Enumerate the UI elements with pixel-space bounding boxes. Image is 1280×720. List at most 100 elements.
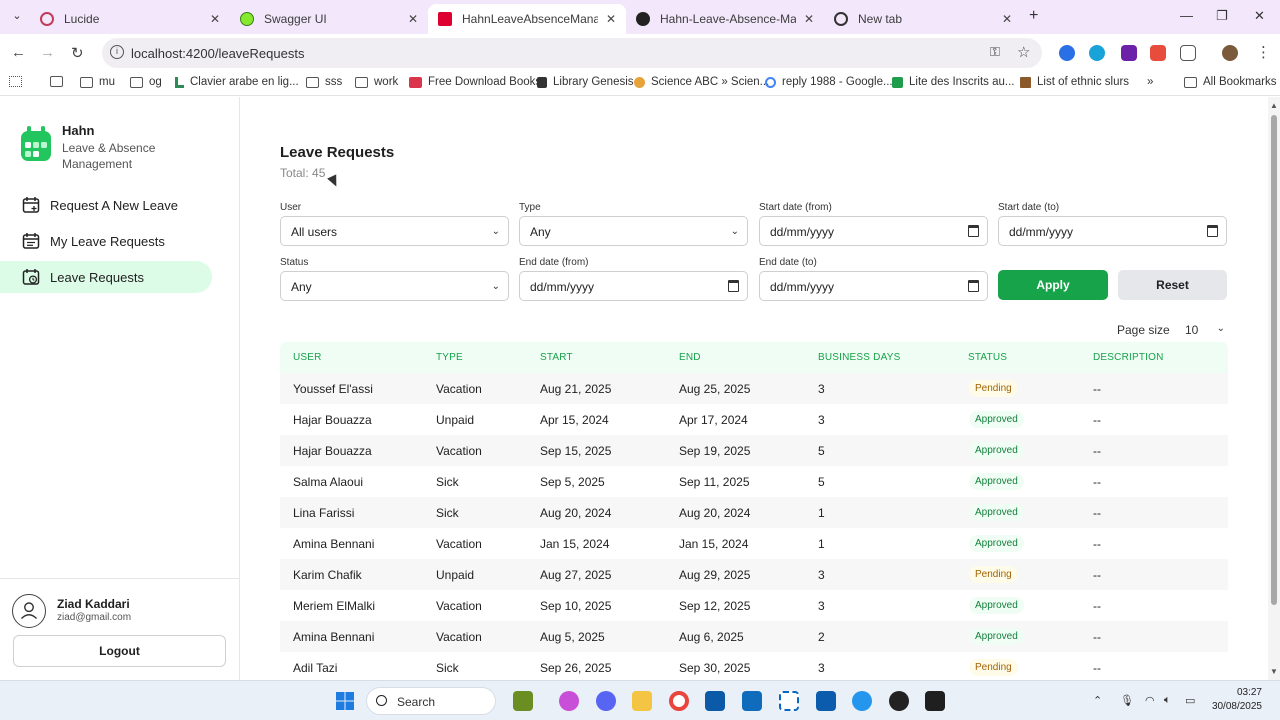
bookmark-folder-og[interactable]: og <box>130 76 162 88</box>
forward-arrow-icon[interactable]: → <box>40 44 55 61</box>
column-header-end[interactable]: END <box>679 352 818 363</box>
extension-audio-icon[interactable] <box>1059 45 1075 61</box>
table-row[interactable]: Meriem ElMalki Vacation Sep 10, 2025 Sep 12… <box>280 590 1228 621</box>
table-row[interactable]: Youssef El'assi Vacation Aug 21, 2025 Aug 2… <box>280 373 1228 404</box>
widget-character-icon[interactable] <box>513 691 533 711</box>
browser-tab-new[interactable]: New tab ✕ <box>824 4 1022 34</box>
sidebar-item-request-new-leave[interactable]: Request A New Leave <box>0 189 212 221</box>
bookmark-reply-1988[interactable]: reply 1988 - Google... <box>765 76 893 88</box>
wifi-icon[interactable]: ◠ <box>1145 694 1155 707</box>
docker-icon[interactable] <box>852 691 872 711</box>
close-tab-icon[interactable]: ✕ <box>408 12 418 26</box>
start-date-from-input[interactable]: dd/mm/yyyy <box>759 216 988 246</box>
windows-start-icon[interactable] <box>335 691 355 711</box>
bookmark-library-genesis[interactable]: Library Genesis <box>537 76 634 88</box>
scroll-up-icon[interactable]: ▲ <box>1270 101 1278 110</box>
extension-c-icon[interactable] <box>1150 45 1166 61</box>
table-row[interactable]: Lina Farissi Sick Aug 20, 2024 Aug 20, 2024… <box>280 497 1228 528</box>
github-desktop-icon[interactable] <box>889 691 909 711</box>
browser-tab-swagger[interactable]: Swagger UI ✕ <box>230 4 428 34</box>
close-tab-icon[interactable]: ✕ <box>606 12 616 26</box>
bookmark-list-of-ethnic-slurs[interactable]: List of ethnic slurs <box>1020 76 1129 88</box>
page-size-select[interactable]: 10 ⌄ <box>1185 323 1225 337</box>
browser-menu-icon[interactable]: ⋮ <box>1256 43 1271 61</box>
calendar-icon[interactable] <box>968 225 979 237</box>
scroll-down-icon[interactable]: ▼ <box>1270 667 1278 676</box>
reload-icon[interactable]: ↻ <box>71 44 84 62</box>
close-tab-icon[interactable]: ✕ <box>1002 12 1012 26</box>
page-scrollbar[interactable]: ▲ ▼ <box>1268 97 1280 680</box>
status-filter-select[interactable]: Any ⌄ <box>280 271 509 301</box>
table-row[interactable]: Salma Alaoui Sick Sep 5, 2025 Sep 11, 2025 5… <box>280 466 1228 497</box>
bookmark-folder-unnamed[interactable] <box>50 76 69 87</box>
new-tab-icon[interactable]: + <box>1029 7 1038 25</box>
back-arrow-icon[interactable]: ← <box>11 44 26 61</box>
volume-icon[interactable]: 🔈︎ <box>1164 694 1171 707</box>
column-header-start[interactable]: START <box>540 352 679 363</box>
close-tab-icon[interactable]: ✕ <box>804 12 814 26</box>
password-key-icon[interactable]: ⚿ <box>990 44 1000 60</box>
user-filter-select[interactable]: All users ⌄ <box>280 216 509 246</box>
bookmark-clavier[interactable]: Clavier arabe en lig... <box>175 76 299 88</box>
more-bookmarks-chevron-icon[interactable]: » <box>1147 76 1153 88</box>
sidebar-item-leave-requests[interactable]: Leave Requests <box>0 261 212 293</box>
calendar-icon[interactable] <box>968 280 979 292</box>
terminal-icon[interactable] <box>925 691 945 711</box>
profile-avatar-icon[interactable] <box>1222 45 1238 61</box>
extensions-puzzle-icon[interactable] <box>1180 45 1196 61</box>
bookmark-folder-mu[interactable]: mu <box>80 76 115 88</box>
apply-button[interactable]: Apply <box>998 270 1108 300</box>
tray-overflow-chevron-icon[interactable]: ⌃ <box>1093 694 1102 707</box>
column-header-user[interactable]: USER <box>280 352 436 363</box>
browser-tab-hahn[interactable]: HahnLeaveAbsenceManagement ✕ <box>428 4 626 34</box>
end-date-from-input[interactable]: dd/mm/yyyy <box>519 271 748 301</box>
table-row[interactable]: Amina Bennani Vacation Aug 5, 2025 Aug 6, 2… <box>280 621 1228 652</box>
calendar-icon[interactable] <box>1207 225 1218 237</box>
column-header-business-days[interactable]: BUSINESS DAYS <box>818 352 968 363</box>
calendar-icon[interactable] <box>728 280 739 292</box>
outlook-icon[interactable] <box>742 691 762 711</box>
table-row[interactable]: Amina Bennani Vacation Jan 15, 2024 Jan 15,… <box>280 528 1228 559</box>
sidebar-item-my-leave-requests[interactable]: My Leave Requests <box>0 225 212 257</box>
apps-grid-icon[interactable] <box>9 76 28 87</box>
snipping-tool-icon[interactable] <box>779 691 799 711</box>
table-row[interactable]: Karim Chafik Unpaid Aug 27, 2025 Aug 29, 20… <box>280 559 1228 590</box>
copilot-icon[interactable] <box>559 691 579 711</box>
browser-tab-lucide[interactable]: Lucide ✕ <box>30 4 230 34</box>
bookmark-folder-work[interactable]: work <box>355 76 398 88</box>
bookmark-lite-des-inscrits[interactable]: Lite des Inscrits au... <box>892 76 1014 88</box>
battery-icon[interactable]: ▭ <box>1185 694 1195 707</box>
bookmark-star-icon[interactable]: ☆ <box>1017 43 1030 61</box>
start-date-to-input[interactable]: dd/mm/yyyy <box>998 216 1227 246</box>
column-header-type[interactable]: TYPE <box>436 352 540 363</box>
address-bar[interactable]: i localhost:4200/leaveRequests ⚿ ☆ <box>102 38 1042 68</box>
microphone-icon[interactable]: 🎙︎ <box>1120 694 1134 707</box>
taskbar-search[interactable]: Search <box>366 687 496 715</box>
table-row[interactable]: Adil Tazi Sick Sep 26, 2025 Sep 30, 2025 3 Pe… <box>280 652 1228 683</box>
browser-tab-github[interactable]: Hahn-Leave-Absence-Manager ✕ <box>626 4 824 34</box>
bookmark-science-abc[interactable]: Science ABC » Scien... <box>634 76 769 88</box>
reset-button[interactable]: Reset <box>1118 270 1227 300</box>
system-clock[interactable]: 03:27 30/08/2025 <box>1210 686 1262 714</box>
column-header-description[interactable]: DESCRIPTION <box>1093 352 1228 363</box>
table-row[interactable]: Hajar Bouazza Vacation Sep 15, 2025 Sep 19,… <box>280 435 1228 466</box>
photos-icon[interactable] <box>705 691 725 711</box>
extension-teams-icon[interactable] <box>1121 45 1137 61</box>
close-tab-icon[interactable]: ✕ <box>210 12 220 26</box>
url-text[interactable]: localhost:4200/leaveRequests <box>131 46 304 61</box>
store-icon[interactable] <box>816 691 836 711</box>
file-explorer-icon[interactable] <box>632 691 652 711</box>
all-bookmarks-folder[interactable]: All Bookmarks <box>1184 76 1277 88</box>
bookmark-folder-sss[interactable]: sss <box>306 76 342 88</box>
type-filter-select[interactable]: Any ⌄ <box>519 216 748 246</box>
column-header-status[interactable]: STATUS <box>968 352 1093 363</box>
bookmark-free-download-books[interactable]: Free Download Books <box>409 76 541 88</box>
window-close-icon[interactable]: ✕ <box>1254 8 1265 24</box>
logout-button[interactable]: Logout <box>13 635 226 667</box>
extension-circle-icon[interactable] <box>1089 45 1105 61</box>
end-date-to-input[interactable]: dd/mm/yyyy <box>759 271 988 301</box>
maximize-icon[interactable]: ❐ <box>1216 8 1228 24</box>
minimize-icon[interactable]: — <box>1180 8 1193 23</box>
discord-icon[interactable] <box>596 691 616 711</box>
site-info-icon[interactable]: i <box>110 45 124 59</box>
